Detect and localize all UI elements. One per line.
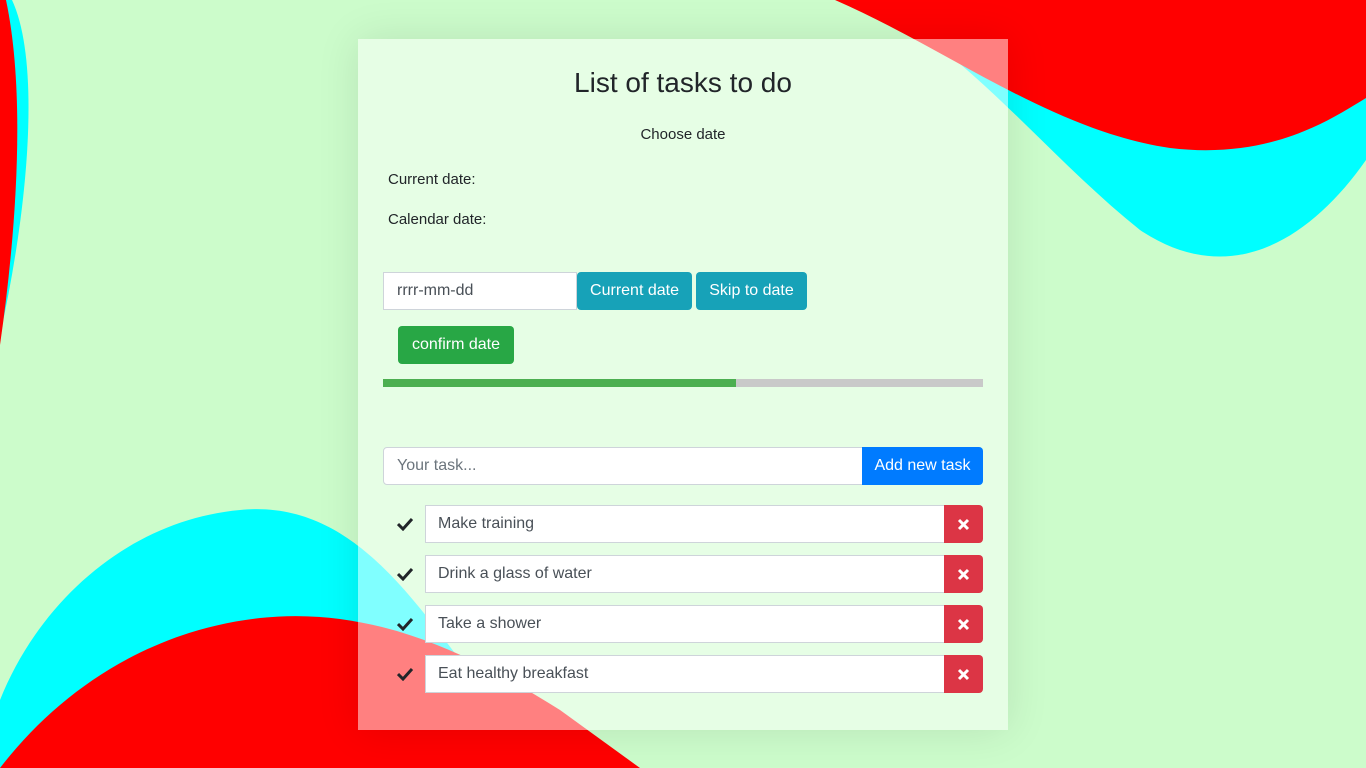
progress-fill [383,379,736,387]
current-date-label: Current date: [388,171,476,188]
date-input[interactable] [383,272,577,310]
progress-bar [383,379,983,387]
task-list [383,505,983,705]
close-icon [957,618,970,631]
close-icon [957,668,970,681]
task-row [383,655,983,693]
task-card: List of tasks to do Choose date Current … [358,39,1008,730]
task-text-field[interactable] [425,505,945,543]
close-icon [957,568,970,581]
check-icon[interactable] [396,667,414,682]
check-icon[interactable] [396,617,414,632]
task-text-field[interactable] [425,555,945,593]
check-icon[interactable] [396,517,414,532]
delete-task-button[interactable] [944,605,983,643]
task-input[interactable] [383,447,863,485]
confirm-date-button[interactable]: confirm date [398,326,514,364]
task-row [383,505,983,543]
task-text-field[interactable] [425,605,945,643]
skip-to-date-button[interactable]: Skip to date [696,272,807,310]
task-row [383,605,983,643]
page-title: List of tasks to do [574,67,792,98]
current-date-button[interactable]: Current date [577,272,692,310]
choose-date-label: Choose date [640,126,726,143]
delete-task-button[interactable] [944,505,983,543]
delete-task-button[interactable] [944,655,983,693]
check-icon[interactable] [396,567,414,582]
add-task-button[interactable]: Add new task [862,447,983,485]
close-icon [957,518,970,531]
task-text-field[interactable] [425,655,945,693]
calendar-date-label: Calendar date: [388,211,487,228]
delete-task-button[interactable] [944,555,983,593]
task-row [383,555,983,593]
